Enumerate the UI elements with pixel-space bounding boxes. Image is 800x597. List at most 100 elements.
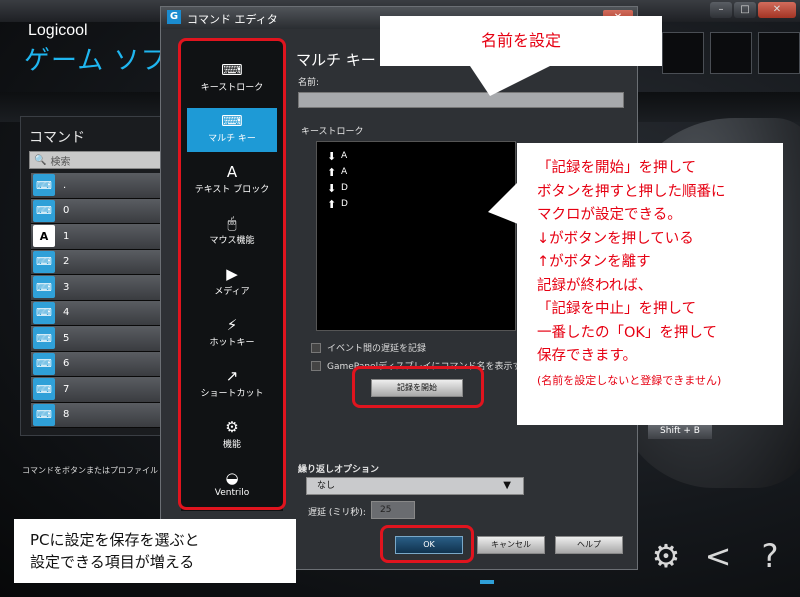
- category-highlight: [178, 38, 286, 510]
- command-label: 0: [63, 205, 70, 217]
- command-row[interactable]: A1: [31, 224, 171, 250]
- record-tip-note: (名前を設定しないと登録できません): [537, 373, 722, 387]
- arrow-down-icon: ⬇: [327, 149, 337, 163]
- checkbox[interactable]: [311, 360, 321, 371]
- profile-slot[interactable]: [662, 32, 704, 74]
- command-label: 8: [63, 409, 70, 421]
- close-button[interactable]: ✕: [758, 2, 796, 18]
- callout-pointer: [488, 182, 518, 224]
- keystroke-key: A: [341, 167, 348, 177]
- arrow-up-icon: ⬆: [327, 165, 337, 179]
- command-label: 7: [63, 383, 70, 395]
- keystroke-label: キーストローク: [301, 127, 364, 137]
- command-row[interactable]: ⌨.: [31, 173, 171, 199]
- command-label: 6: [63, 358, 70, 370]
- pc-tip-callout: PCに設定を保存を選ぶと 設定できる項目が増える: [14, 519, 296, 583]
- command-panel-title: コマンド: [29, 130, 85, 146]
- pc-tip-lines: PCに設定を保存を選ぶと 設定できる項目が増える: [30, 529, 296, 573]
- command-row[interactable]: ⌨ 0: [31, 198, 171, 224]
- search-placeholder: 検索: [50, 156, 71, 168]
- cancel-button[interactable]: キャンセル: [477, 536, 545, 554]
- command-label: .: [63, 179, 67, 191]
- section-title: マルチ キー: [296, 51, 376, 69]
- screen: – □ ✕ Logicool ゲーム ソフトウ コマンド 🔍 検索 ⌨. ⌨ 0 A 1…: [0, 0, 800, 597]
- profile-slot[interactable]: [758, 32, 800, 74]
- command-row[interactable]: ⌨ 7: [31, 377, 171, 403]
- keystroke-list[interactable]: ⬇ A ⬆ A ⬇ D ⬆ D: [316, 141, 516, 331]
- logitech-g-icon: G: [167, 10, 181, 24]
- key-icon: ⌨: [33, 352, 55, 375]
- repeat-select[interactable]: なし ▼: [306, 477, 524, 495]
- callout-line: PCに設定を保存を選ぶと: [30, 531, 200, 549]
- callout-line: 「記録を中止」を押して: [537, 301, 697, 317]
- command-row[interactable]: ⌨ 2: [31, 249, 171, 275]
- command-label: 4: [63, 307, 70, 319]
- command-label: 1: [63, 230, 70, 242]
- key-icon: ⌨: [33, 327, 55, 350]
- command-row[interactable]: ⌨ 4: [31, 300, 171, 326]
- callout-pointer: [470, 66, 550, 96]
- gear-icon[interactable]: ⚙: [650, 538, 682, 574]
- record-button-highlight: [352, 366, 484, 408]
- name-label: 名前:: [298, 78, 320, 88]
- repeat-options-label: 繰り返しオプション: [298, 465, 380, 475]
- command-row[interactable]: ⌨ 5: [31, 326, 171, 352]
- key-icon: ⌨: [33, 301, 55, 324]
- key-icon: ⌨: [33, 403, 55, 426]
- share-icon[interactable]: <: [702, 538, 734, 574]
- callout-line: ボタンを押すと押した順番に: [537, 183, 726, 200]
- button-assignment-label[interactable]: Shift + B: [648, 423, 712, 439]
- keystroke-item[interactable]: ⬇ A: [317, 148, 515, 164]
- repeat-select-value: なし: [317, 481, 336, 491]
- key-icon: ⌨: [33, 378, 55, 401]
- text-block-icon: A: [33, 225, 55, 248]
- callout-line: 「記録を開始」を押して: [537, 160, 697, 176]
- dialog-title: コマンド エディタ: [187, 13, 278, 26]
- record-delay-label: イベント間の遅延を記録: [327, 344, 427, 354]
- command-row[interactable]: ⌨ 3: [31, 275, 171, 301]
- callout-line: 一番したの「OK」を押して: [537, 324, 717, 341]
- command-label: 2: [63, 256, 70, 268]
- keystroke-key: A: [341, 151, 348, 161]
- command-search-input[interactable]: 🔍 検索: [29, 151, 169, 169]
- ok-button-highlight: [380, 525, 474, 563]
- callout-line: マクロが設定できる。: [537, 207, 682, 223]
- checkbox[interactable]: [311, 342, 321, 353]
- brand-logo: Logicool: [28, 22, 88, 39]
- record-tip-callout: 「記録を開始」を押して ボタンを押すと押した順番に マクロが設定できる。 ↓がボタンを…: [517, 143, 783, 425]
- window-controls: – □ ✕: [710, 2, 796, 18]
- keystroke-item[interactable]: ⬆ D: [317, 196, 515, 212]
- callout-line: ↑がボタンを離す: [537, 254, 651, 270]
- key-icon: ⌨: [33, 276, 55, 299]
- delay-input[interactable]: 25: [371, 501, 415, 519]
- name-field[interactable]: [298, 92, 624, 108]
- command-list: ⌨. ⌨ 0 A 1 ⌨ 2 ⌨ 3 ⌨ 4 ⌨ 5 ⌨ 6 ⌨ 7 ⌨ 8: [31, 173, 171, 428]
- key-icon: ⌨: [33, 174, 55, 197]
- minimize-button[interactable]: –: [710, 2, 732, 18]
- delay-label: 遅延 (ミリ秒):: [308, 508, 366, 518]
- help-button[interactable]: ヘルプ: [555, 536, 623, 554]
- keystroke-item[interactable]: ⬇ D: [317, 180, 515, 196]
- keystroke-key: D: [341, 199, 348, 209]
- callout-line: 設定できる項目が増える: [30, 553, 195, 571]
- callout-line: 記録が終われば、: [537, 277, 653, 294]
- keystroke-item[interactable]: ⬆ A: [317, 164, 515, 180]
- maximize-button[interactable]: □: [734, 2, 756, 18]
- chevron-down-icon: ▼: [503, 480, 511, 491]
- multikey-icon: ⌨: [33, 250, 55, 273]
- command-label: 3: [63, 281, 70, 293]
- command-panel: コマンド 🔍 検索 ⌨. ⌨ 0 A 1 ⌨ 2 ⌨ 3 ⌨ 4 ⌨ 5 ⌨ 6 ⌨ 7 ⌨ 8: [20, 116, 171, 436]
- search-icon: 🔍: [34, 154, 47, 166]
- record-tip-lines: 「記録を開始」を押して ボタンを押すと押した順番に マクロが設定できる。 ↓がボタンを…: [537, 157, 775, 369]
- command-footer-text: コマンドをボタンまたはプロファイル ア: [22, 466, 169, 475]
- command-row[interactable]: ⌨ 8: [31, 402, 171, 428]
- help-icon[interactable]: ?: [754, 538, 786, 574]
- record-delay-checkbox[interactable]: イベント間の遅延を記録: [311, 341, 426, 354]
- page-indicator: [480, 580, 494, 584]
- name-tip-callout: 名前を設定: [380, 16, 662, 66]
- profile-slot[interactable]: [710, 32, 752, 74]
- arrow-down-icon: ⬇: [327, 181, 337, 195]
- key-icon: ⌨: [33, 199, 55, 222]
- arrow-up-icon: ⬆: [327, 197, 337, 211]
- command-row[interactable]: ⌨ 6: [31, 351, 171, 377]
